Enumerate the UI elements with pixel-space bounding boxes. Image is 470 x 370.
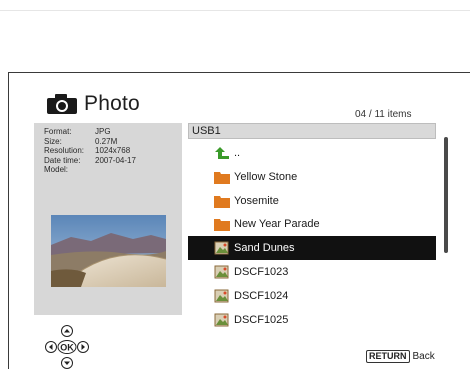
- items-counter: 04 / 11 items: [355, 109, 412, 120]
- info-row-size: Size: 0.27M: [44, 137, 136, 147]
- info-key: Model:: [44, 165, 69, 174]
- info-row-model: Model:: [44, 165, 136, 175]
- list-item-label: DSCF1025: [234, 313, 289, 326]
- top-divider: [0, 10, 470, 11]
- return-key: RETURN: [366, 350, 410, 363]
- return-label: Back: [412, 351, 435, 362]
- info-key: Resolution:: [44, 146, 85, 155]
- up-arrow-icon: [215, 147, 229, 159]
- list-item-label: Yellow Stone: [234, 170, 298, 183]
- list-item-folder[interactable]: Yellow Stone: [188, 165, 436, 189]
- file-list: .. Yellow Stone Yosemite New Year Parade…: [188, 141, 436, 331]
- folder-icon: [214, 195, 230, 208]
- nav-left-icon: [45, 341, 57, 353]
- ok-label: OK: [60, 343, 74, 353]
- info-value: 0.27M: [95, 136, 118, 146]
- list-item-photo[interactable]: DSCF1024: [188, 284, 436, 308]
- list-item-photo-selected[interactable]: Sand Dunes: [188, 236, 436, 260]
- info-value: JPG: [95, 127, 111, 136]
- list-item-photo[interactable]: DSCF1023: [188, 260, 436, 284]
- nav-up-icon: [61, 325, 73, 337]
- info-value: 2007-04-17: [95, 155, 136, 165]
- list-item-label: DSCF1023: [234, 265, 289, 278]
- info-row-format: Format: JPG: [44, 127, 136, 137]
- info-row-datetime: Date time: 2007-04-17: [44, 156, 136, 166]
- nav-right-icon: [77, 341, 89, 353]
- info-key: Format:: [44, 127, 72, 136]
- page-header: Photo: [46, 92, 140, 116]
- list-item-label: ..: [234, 147, 241, 159]
- folder-icon: [214, 219, 230, 232]
- page-title: Photo: [84, 92, 140, 115]
- photo-file-icon: [214, 313, 229, 327]
- list-item-label: DSCF1024: [234, 289, 289, 302]
- navigation-pad: OK: [45, 325, 89, 369]
- photo-file-icon: [214, 265, 229, 279]
- list-item-label: New Year Parade: [234, 218, 320, 231]
- info-key: Date time:: [44, 155, 81, 165]
- folder-icon: [214, 171, 230, 184]
- photo-info: Format: JPG Size: 0.27M Resolution: 1024…: [44, 127, 136, 175]
- info-value: 1024x768: [95, 146, 131, 155]
- photo-file-icon: [214, 241, 229, 255]
- photo-file-icon: [214, 289, 229, 303]
- nav-down-icon: [61, 357, 73, 369]
- list-item-folder[interactable]: New Year Parade: [188, 212, 436, 236]
- list-item-photo[interactable]: DSCF1025: [188, 308, 436, 332]
- info-row-resolution: Resolution: 1024x768: [44, 146, 136, 156]
- path-bar: USB1: [188, 123, 436, 139]
- nav-ok-button: OK: [57, 340, 77, 354]
- list-item-label: Yosemite: [234, 194, 279, 207]
- scrollbar[interactable]: [444, 137, 448, 253]
- return-hint: RETURN Back: [366, 350, 435, 363]
- list-item-label: Sand Dunes: [234, 242, 295, 255]
- list-item-folder[interactable]: Yosemite: [188, 189, 436, 213]
- info-key: Size:: [44, 136, 62, 146]
- list-item-parent[interactable]: ..: [188, 141, 436, 165]
- photo-thumbnail: [51, 215, 166, 287]
- camera-icon: [47, 94, 77, 114]
